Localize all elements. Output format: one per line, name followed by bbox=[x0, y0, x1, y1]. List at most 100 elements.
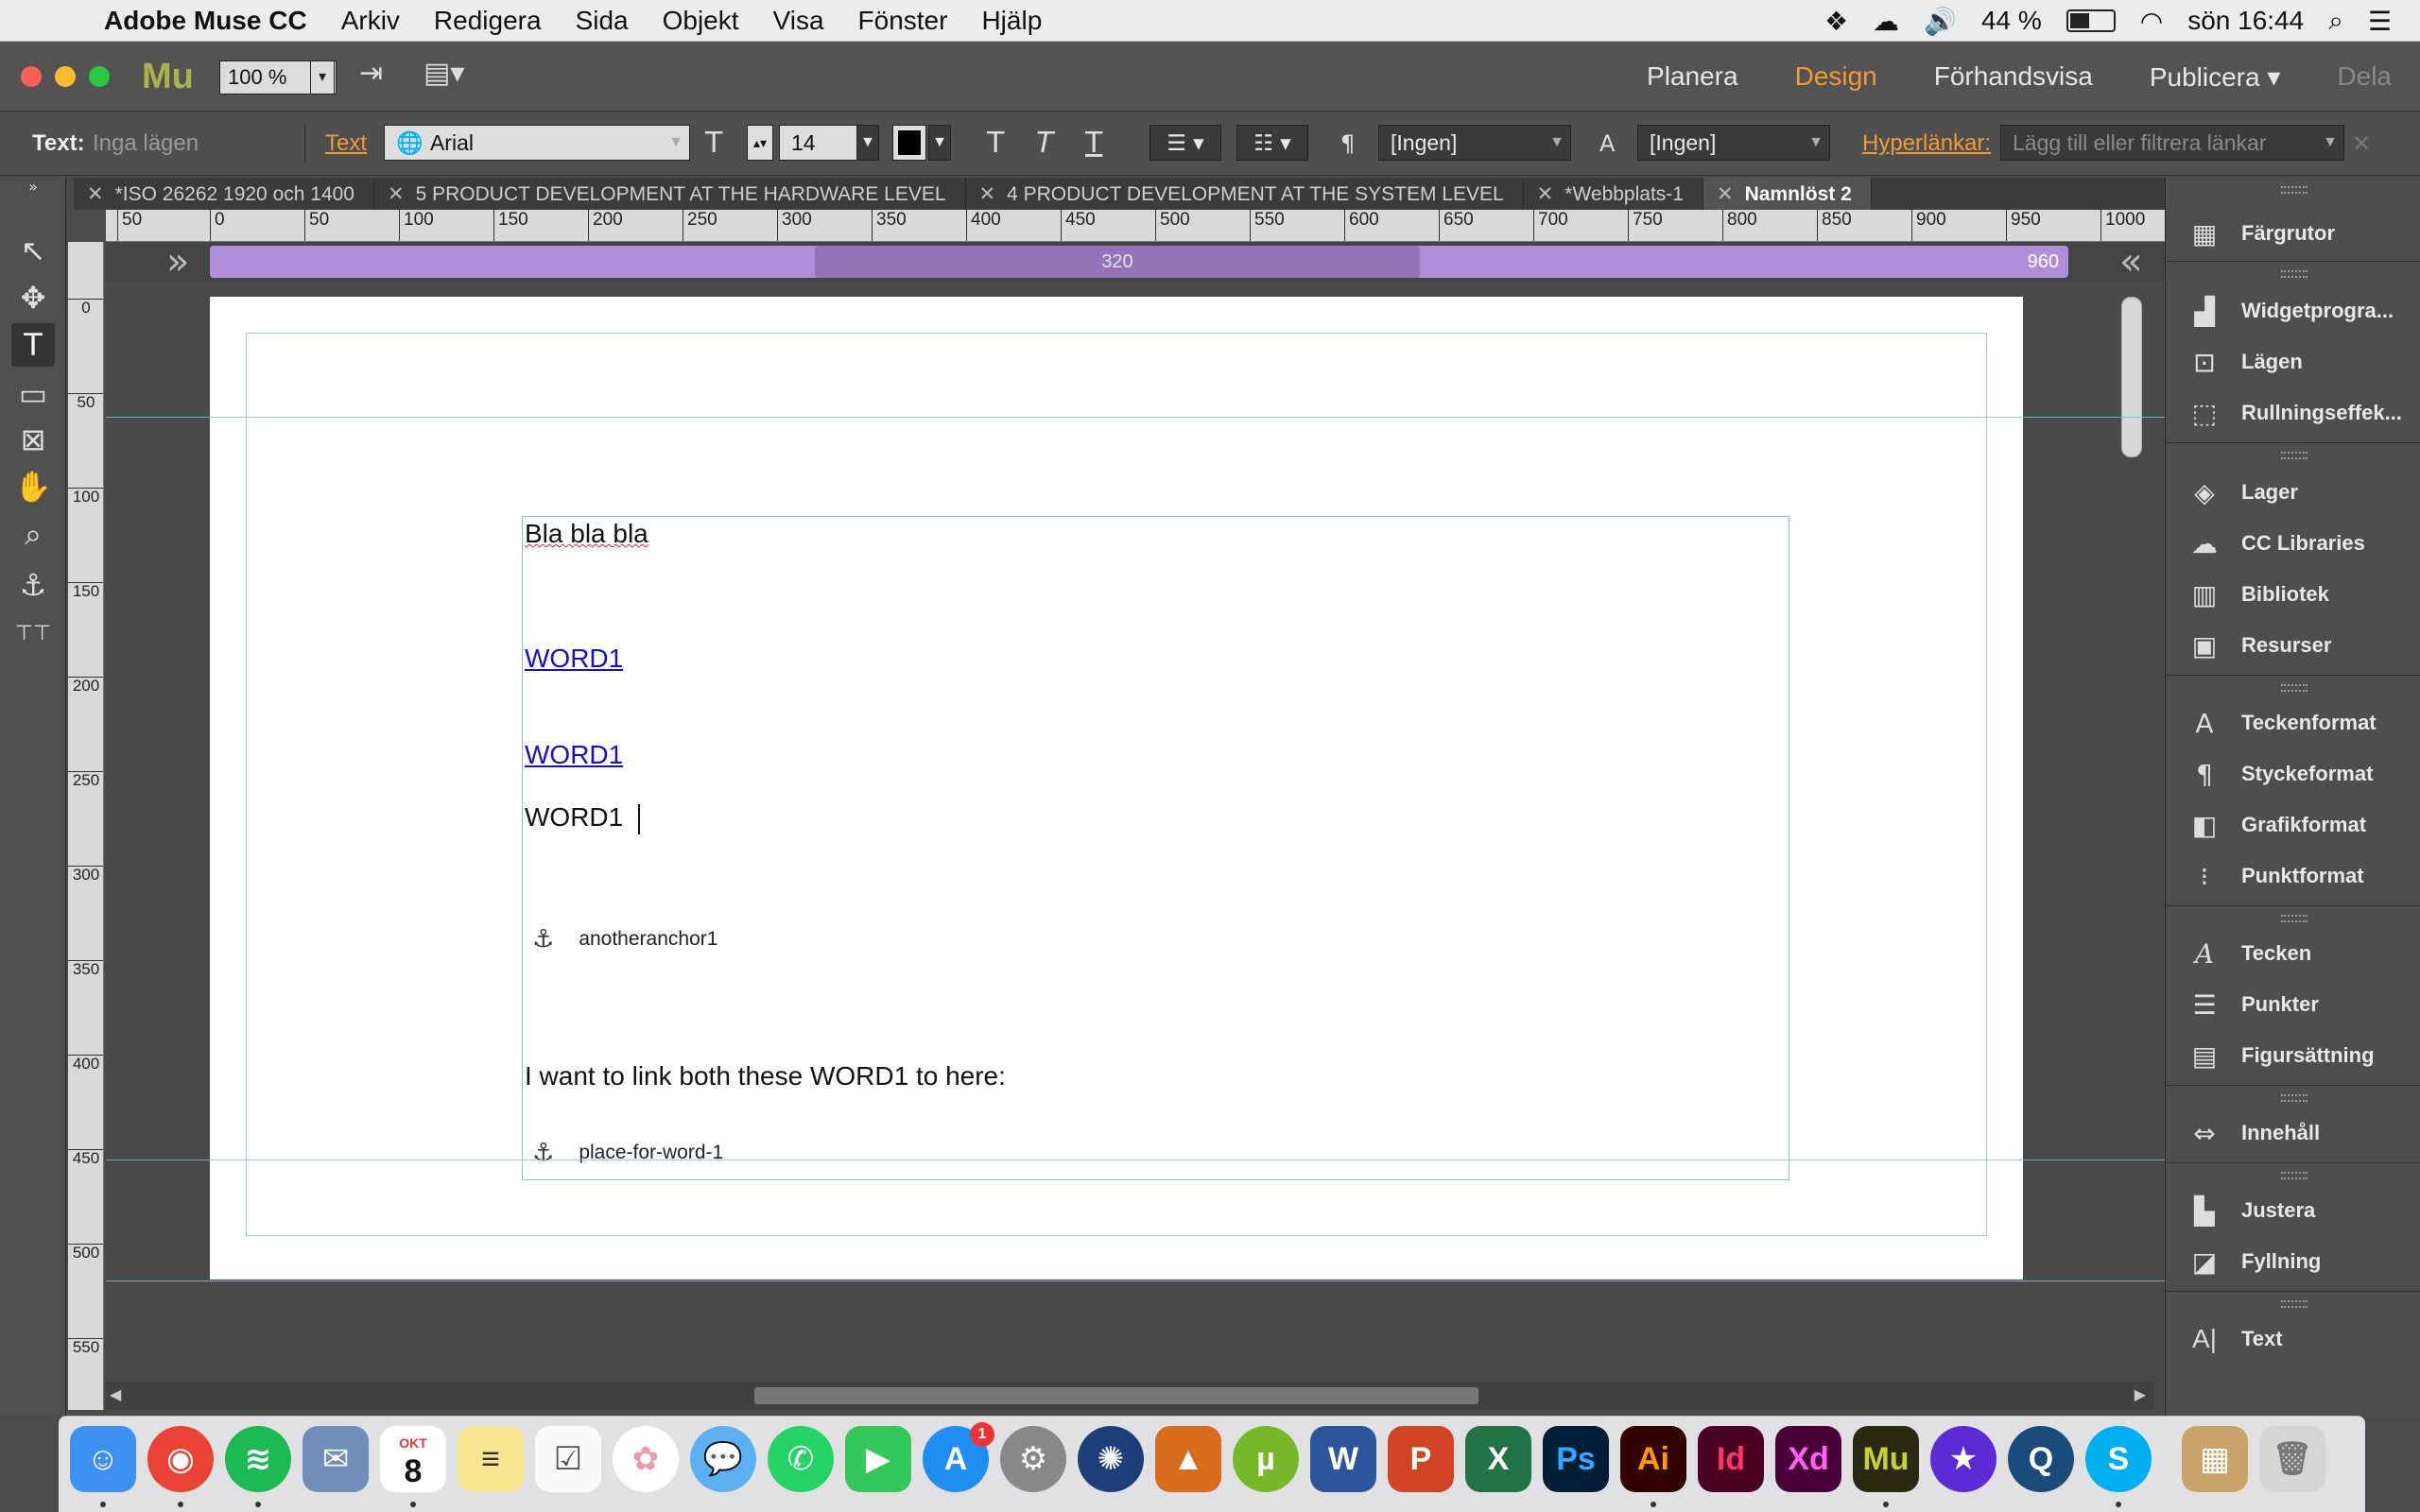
dock-matlab-icon[interactable]: ▲ bbox=[1155, 1426, 1221, 1492]
page-height-handle[interactable] bbox=[2121, 297, 2142, 457]
dock-spotify-icon[interactable]: ≋ bbox=[225, 1426, 291, 1492]
collapse-left-chevron-icon[interactable]: » bbox=[166, 242, 189, 282]
horizontal-guide[interactable] bbox=[106, 1280, 2165, 1281]
panel-states[interactable]: ⊡ Lägen bbox=[2166, 336, 2420, 387]
dock-app-store-icon[interactable]: A1 bbox=[923, 1422, 994, 1492]
dock-muse-icon[interactable]: Mu bbox=[1853, 1426, 1919, 1492]
dock-imovie-icon[interactable]: ★ bbox=[1930, 1426, 1996, 1492]
mode-publish[interactable]: Publicera ▾ bbox=[2150, 61, 2281, 93]
dock-excel-icon[interactable]: X bbox=[1465, 1426, 1531, 1492]
view-options-icon[interactable]: ▤▾ bbox=[424, 57, 464, 90]
panel-bullets[interactable]: ☰ Punkter bbox=[2166, 979, 2420, 1030]
anchor-tool-icon[interactable]: ⚓ bbox=[11, 563, 55, 607]
menu-visa[interactable]: Visa bbox=[773, 6, 824, 36]
tab-system-level[interactable]: ✕ 4 PRODUCT DEVELOPMENT AT THE SYSTEM LEV… bbox=[966, 178, 1524, 210]
hyperlink-word1[interactable]: WORD1 bbox=[525, 740, 623, 770]
dock-mail-icon[interactable]: ✉ bbox=[302, 1426, 369, 1492]
dock-chrome-icon[interactable]: ◉ bbox=[147, 1426, 214, 1492]
menu-fonster[interactable]: Fönster bbox=[858, 6, 948, 36]
text-frame-tool-icon[interactable]: ⊤⊤ bbox=[11, 612, 55, 656]
dock-network-app-icon[interactable]: ✺ bbox=[1078, 1426, 1144, 1492]
text-style-link[interactable]: Text bbox=[325, 112, 367, 176]
selection-tool-icon[interactable]: ↖ bbox=[11, 229, 55, 272]
text-frame[interactable]: Bla bla bla WORD1 WORD1 WORD1 ⚓ anotheran… bbox=[522, 516, 1789, 1180]
panel-paragraph-styles[interactable]: ¶ Styckeformat bbox=[2166, 748, 2420, 799]
panel-fill[interactable]: ◪ Fyllning bbox=[2166, 1236, 2420, 1287]
spotlight-search-icon[interactable]: ⌕ bbox=[2328, 5, 2343, 37]
tab-webbplats[interactable]: ✕ *Webbplats-1 bbox=[1524, 178, 1703, 210]
wifi-icon[interactable]: ◠ bbox=[2140, 6, 2163, 37]
crop-tool-icon[interactable]: ✥ bbox=[11, 276, 55, 319]
menu-hjalp[interactable]: Hjälp bbox=[981, 6, 1042, 36]
breakpoint-320[interactable]: 320 bbox=[815, 246, 1420, 278]
scroll-left-icon[interactable]: ◀ bbox=[110, 1385, 121, 1403]
font-size-dropdown[interactable]: ▼ bbox=[856, 125, 879, 161]
battery-icon[interactable] bbox=[2066, 9, 2116, 32]
close-icon[interactable]: ✕ bbox=[87, 182, 104, 205]
dock-photoshop-icon[interactable]: Ps bbox=[1543, 1426, 1609, 1492]
dock-finder-icon[interactable]: ☺ bbox=[70, 1426, 136, 1492]
hyperlinks-label[interactable]: Hyperlänkar: bbox=[1862, 112, 1991, 176]
hyperlink-word1[interactable]: WORD1 bbox=[525, 644, 623, 674]
hyperlink-filter-input[interactable]: Lägg till eller filtrera länkar ▼ bbox=[2000, 125, 2344, 161]
volume-icon[interactable]: 🔊 bbox=[1924, 6, 1957, 37]
dock-notes-icon[interactable]: ≡ bbox=[458, 1426, 524, 1492]
dock-trash-icon[interactable]: 🗑 bbox=[2259, 1426, 2325, 1492]
text-tool-icon[interactable]: T bbox=[11, 323, 55, 367]
horizontal-guide[interactable] bbox=[106, 417, 2165, 418]
dock-utorrent-icon[interactable]: µ bbox=[1233, 1426, 1299, 1492]
panel-assets[interactable]: ▣ Resurser bbox=[2166, 620, 2420, 671]
panel-library[interactable]: ▥ Bibliotek bbox=[2166, 569, 2420, 620]
menu-app-name[interactable]: Adobe Muse CC bbox=[104, 6, 307, 36]
text-line[interactable]: I want to link both these WORD1 to here: bbox=[525, 1061, 1006, 1091]
states-text[interactable]: Inga lägen bbox=[93, 112, 199, 176]
panel-cc-libraries[interactable]: ☁ CC Libraries bbox=[2166, 518, 2420, 569]
panel-scroll-effects[interactable]: ⬚ Rullningseffek... bbox=[2166, 387, 2420, 438]
horizontal-scrollbar[interactable]: ◀ ▶ bbox=[106, 1382, 2153, 1410]
text-line[interactable]: WORD1 bbox=[525, 802, 640, 834]
dock-facetime-icon[interactable]: ▶ bbox=[845, 1426, 911, 1492]
text-color-dropdown[interactable]: ▼ bbox=[928, 125, 951, 161]
battery-percent[interactable]: 44 % bbox=[1981, 6, 2042, 36]
panel-content[interactable]: ⇔ Innehåll bbox=[2166, 1108, 2420, 1159]
close-icon[interactable]: ✕ bbox=[388, 182, 405, 205]
close-icon[interactable]: ✕ bbox=[1537, 182, 1554, 205]
clock[interactable]: sön 16:44 bbox=[2187, 6, 2304, 36]
menu-redigera[interactable]: Redigera bbox=[434, 6, 542, 36]
dock-calendar-icon[interactable]: OKT 8 bbox=[380, 1426, 446, 1492]
panel-grip[interactable] bbox=[2166, 178, 2420, 206]
page-upload-icon[interactable]: ⇥ bbox=[359, 57, 383, 90]
minimize-window-button[interactable] bbox=[55, 66, 76, 87]
zoom-tool-icon[interactable]: ⌕ bbox=[11, 512, 55, 556]
image-frame-tool-icon[interactable]: ⊠ bbox=[11, 418, 55, 461]
dock-system-preferences-icon[interactable]: ⚙ bbox=[1000, 1426, 1066, 1492]
collapse-tools-icon[interactable]: » bbox=[11, 178, 55, 197]
panel-character-styles[interactable]: A Teckenformat bbox=[2166, 697, 2420, 748]
dock-powerpoint-icon[interactable]: P bbox=[1388, 1426, 1454, 1492]
bold-icon[interactable]: T bbox=[987, 112, 1004, 176]
mode-design[interactable]: Design bbox=[1795, 61, 1877, 92]
character-style-select[interactable]: [Ingen] ▼ bbox=[1637, 125, 1830, 161]
zoom-dropdown-button[interactable]: ▾ bbox=[310, 60, 335, 94]
underline-icon[interactable]: T bbox=[1085, 112, 1102, 176]
panel-swatches[interactable]: ▦ Färgrutor bbox=[2166, 208, 2420, 259]
close-icon[interactable]: ✕ bbox=[979, 182, 996, 205]
zoom-window-button[interactable] bbox=[89, 66, 110, 87]
font-family-select[interactable]: 🌐 Arial ▼ bbox=[384, 125, 690, 161]
scrollbar-thumb[interactable] bbox=[754, 1387, 1478, 1404]
text-color-swatch[interactable] bbox=[892, 125, 926, 161]
panel-bullet-styles[interactable]: ⁝ Punktformat bbox=[2166, 850, 2420, 902]
italic-icon[interactable]: T bbox=[1036, 112, 1053, 176]
design-canvas[interactable]: Bla bla bla WORD1 WORD1 WORD1 ⚓ anotheran… bbox=[106, 282, 2165, 1410]
menu-arkiv[interactable]: Arkiv bbox=[341, 6, 400, 36]
panel-text[interactable]: A| Text bbox=[2166, 1314, 2420, 1365]
mode-preview[interactable]: Förhandsvisa bbox=[1934, 61, 2093, 92]
mode-share[interactable]: Dela bbox=[2337, 61, 2392, 92]
tab-iso-26262[interactable]: ✕ *ISO 26262 1920 och 1400 bbox=[74, 178, 374, 210]
dock-xd-icon[interactable]: Xd bbox=[1775, 1426, 1841, 1492]
dock-muse-box-icon[interactable]: ▦ bbox=[2182, 1426, 2248, 1492]
dock-skype-icon[interactable]: S bbox=[2085, 1426, 2152, 1492]
dock-indesign-icon[interactable]: Id bbox=[1698, 1426, 1764, 1492]
dock-whatsapp-icon[interactable]: ✆ bbox=[768, 1426, 834, 1492]
text-line[interactable]: Bla bla bla bbox=[525, 519, 648, 549]
